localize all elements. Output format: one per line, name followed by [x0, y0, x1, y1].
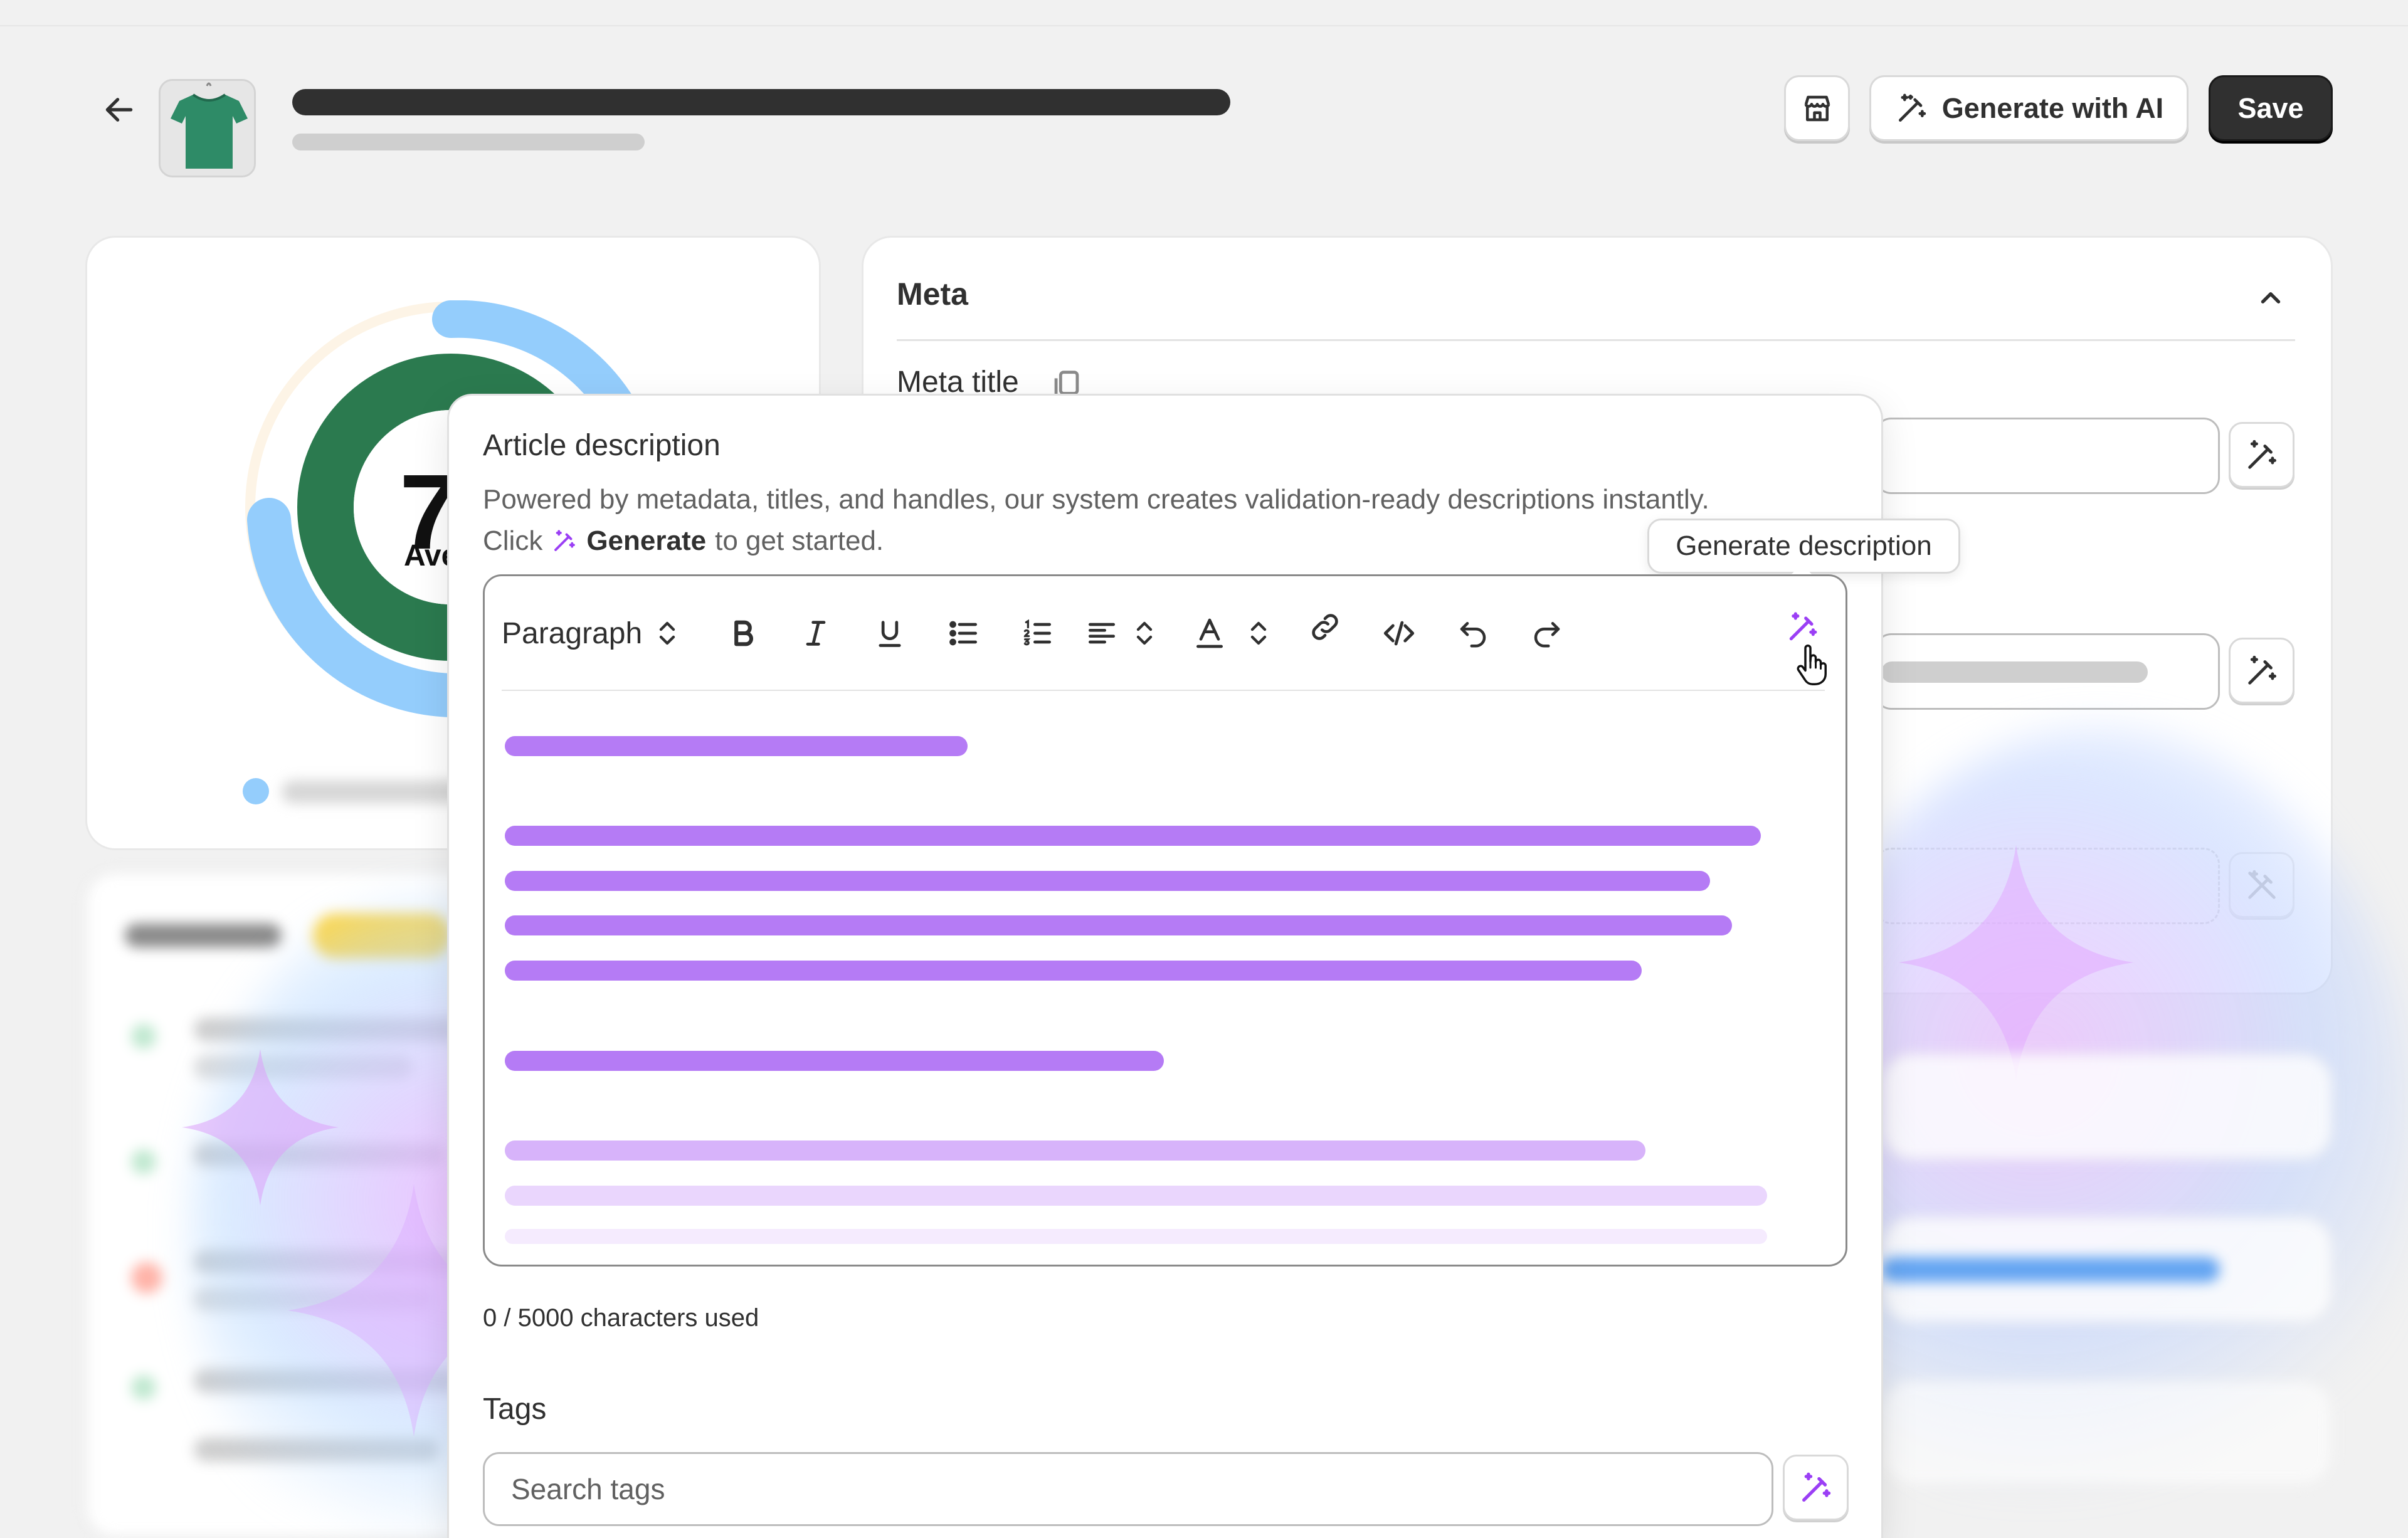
- sparkle-icon: [1898, 845, 2134, 1080]
- numbered-list-button[interactable]: [1016, 611, 1060, 655]
- magic-wand-icon: [1802, 1472, 1830, 1502]
- magic-wand-icon: [1898, 93, 1926, 122]
- save-button[interactable]: Save: [2209, 75, 2333, 141]
- underline-icon: [879, 621, 901, 647]
- redo-icon: [1534, 622, 1560, 648]
- content-placeholder-line: [505, 1186, 1767, 1206]
- paragraph-format-select[interactable]: Paragraph: [502, 611, 680, 655]
- product-title-placeholder: [292, 89, 1230, 115]
- top-divider: [0, 25, 2408, 26]
- link-icon: [1312, 614, 1338, 640]
- chevron-updown-icon: [1136, 621, 1153, 645]
- hand-pointer-cursor-icon: [1797, 645, 1827, 685]
- meta-title-input[interactable]: [1875, 418, 2220, 494]
- align-button[interactable]: [1080, 611, 1124, 655]
- chevron-up-icon: [2261, 292, 2281, 303]
- italic-icon: [806, 621, 826, 646]
- magic-wand-icon: [1789, 612, 1817, 641]
- product-subtitle-placeholder: [292, 134, 645, 150]
- bullet-list-button[interactable]: [942, 611, 986, 655]
- italic-button[interactable]: [794, 611, 838, 655]
- code-icon: [1383, 621, 1415, 646]
- code-button[interactable]: [1377, 611, 1421, 655]
- content-placeholder-line: [505, 736, 968, 756]
- magic-wand-icon: [554, 530, 576, 551]
- generate-with-ai-label: Generate with AI: [1941, 92, 2164, 124]
- tshirt-icon: [161, 81, 254, 176]
- meta-description-placeholder: [1881, 661, 2148, 683]
- bold-button[interactable]: [721, 611, 765, 655]
- content-placeholder-line: [505, 961, 1642, 981]
- meta-divider: [897, 339, 2295, 341]
- back-button[interactable]: [94, 85, 144, 135]
- help-generate-text: Generate: [586, 525, 707, 556]
- link-button[interactable]: [1303, 605, 1347, 649]
- bold-icon: [734, 620, 754, 646]
- meta-heading: Meta: [897, 277, 968, 312]
- generate-with-ai-button[interactable]: Generate with AI: [1869, 75, 2189, 141]
- paragraph-format-label: Paragraph: [502, 616, 643, 650]
- generate-meta-title-button[interactable]: [2229, 422, 2294, 488]
- help-line-2: Click Generate to get started.: [483, 520, 1850, 562]
- arrow-left-icon: [105, 98, 133, 122]
- help-click-text: Click: [483, 525, 543, 556]
- help-rest-text: to get started.: [715, 525, 884, 556]
- content-placeholder-line: [505, 1051, 1164, 1071]
- character-count: 0 / 5000 characters used: [483, 1304, 759, 1332]
- undo-button[interactable]: [1451, 611, 1495, 655]
- generate-description-tooltip: Generate description: [1647, 519, 1960, 574]
- legend-dot: [243, 778, 269, 804]
- text-color-options-button[interactable]: [1243, 611, 1274, 655]
- content-placeholder-line: [505, 1140, 1645, 1161]
- generate-tags-button[interactable]: [1783, 1455, 1849, 1520]
- toolbar-divider: [502, 690, 1825, 691]
- help-line-1: Powered by metadata, titles, and handles…: [483, 484, 1709, 515]
- content-placeholder-line: [505, 1229, 1767, 1244]
- content-placeholder-line: [505, 871, 1710, 891]
- align-left-icon: [1089, 623, 1115, 644]
- search-tags-placeholder: Search tags: [511, 1473, 665, 1505]
- chevron-updown-icon: [1250, 621, 1267, 645]
- product-thumbnail: [159, 79, 256, 177]
- tags-label: Tags: [483, 1393, 547, 1426]
- content-placeholder-line: [505, 915, 1732, 935]
- undo-icon: [1460, 622, 1486, 648]
- underline-button[interactable]: [868, 611, 912, 655]
- align-options-button[interactable]: [1129, 611, 1160, 655]
- blurred-progress-bar: [1881, 1257, 2220, 1282]
- generate-meta-description-button[interactable]: [2229, 638, 2294, 703]
- blurred-row: [1881, 1379, 2333, 1486]
- content-placeholder-line: [505, 826, 1761, 846]
- blurred-row: [1881, 1053, 2333, 1160]
- article-description-help: Powered by metadata, titles, and handles…: [483, 479, 1850, 562]
- search-tags-input[interactable]: Search tags: [483, 1452, 1773, 1526]
- numbered-list-icon: [1023, 619, 1051, 646]
- bullet-list-icon: [949, 621, 977, 646]
- article-description-title: Article description: [483, 429, 721, 462]
- text-color-button[interactable]: [1188, 611, 1232, 655]
- chevron-updown-icon: [659, 621, 675, 645]
- collapse-meta-button[interactable]: [2255, 282, 2286, 313]
- storefront-icon: [1804, 95, 1830, 121]
- magic-wand-icon: [2247, 440, 2276, 469]
- redo-button[interactable]: [1525, 611, 1569, 655]
- magic-wand-icon: [2247, 655, 2276, 685]
- view-store-button[interactable]: [1784, 75, 1850, 141]
- text-color-icon: [1196, 618, 1223, 648]
